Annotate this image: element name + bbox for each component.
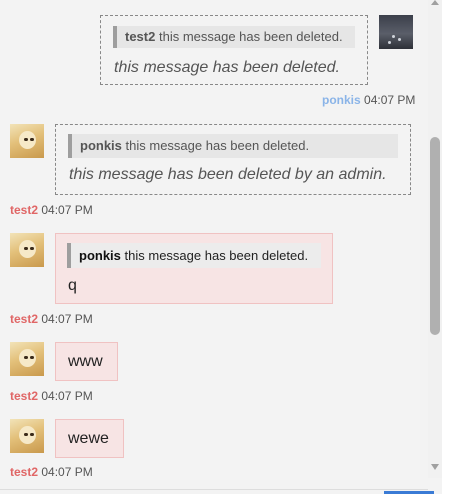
message-time: 04:07 PM [41,203,93,217]
composer-divider [0,489,428,490]
user-avatar[interactable] [379,15,413,49]
message-bubble[interactable]: ponkis this message has been deleted. q [55,233,333,304]
vertical-scrollbar[interactable] [428,0,442,478]
chat-message-list[interactable]: test2 this message has been deleted. thi… [0,0,434,494]
author-name[interactable]: test2 [10,312,38,326]
quote-author: ponkis [79,248,121,263]
reply-quote: test2 this message has been deleted. [113,26,355,48]
message-bubble[interactable]: www [55,342,118,381]
message-text: www [68,353,103,370]
message-time: 04:07 PM [41,389,93,403]
user-avatar[interactable] [10,419,44,453]
scroll-thumb[interactable] [430,137,440,335]
message-meta: test2 04:07 PM [10,465,93,479]
user-avatar[interactable] [10,124,44,158]
message-text: wewe [68,430,109,447]
reply-quote: ponkis this message has been deleted. [68,134,398,158]
message-text: this message has been deleted by an admi… [69,166,387,183]
message-time: 04:07 PM [41,465,93,479]
scroll-down-arrow-icon[interactable] [431,464,439,470]
message-bubble[interactable]: wewe [55,419,124,458]
message-time: 04:07 PM [364,93,416,107]
window-edge [442,0,463,494]
author-name[interactable]: test2 [10,465,38,479]
message-time: 04:07 PM [41,312,93,326]
message-text: q [68,277,77,294]
scroll-up-arrow-icon[interactable] [431,0,439,5]
quote-text: this message has been deleted. [125,138,310,153]
message-text: this message has been deleted. [114,59,340,76]
user-avatar[interactable] [10,342,44,376]
author-name[interactable]: ponkis [322,93,361,107]
quote-text: this message has been deleted. [124,248,309,263]
quote-author: ponkis [80,138,122,153]
quote-author: test2 [125,29,156,44]
message-meta: test2 04:07 PM [10,312,93,326]
author-name[interactable]: test2 [10,203,38,217]
user-avatar[interactable] [10,233,44,267]
message-bubble-deleted[interactable]: ponkis this message has been deleted. th… [55,124,411,195]
message-meta: test2 04:07 PM [10,389,93,403]
message-meta: test2 04:07 PM [10,203,93,217]
quote-text: this message has been deleted. [158,29,343,44]
message-meta: ponkis 04:07 PM [322,93,415,107]
author-name[interactable]: test2 [10,389,38,403]
message-bubble-deleted[interactable]: test2 this message has been deleted. thi… [100,15,368,85]
reply-quote: ponkis this message has been deleted. [67,243,321,268]
